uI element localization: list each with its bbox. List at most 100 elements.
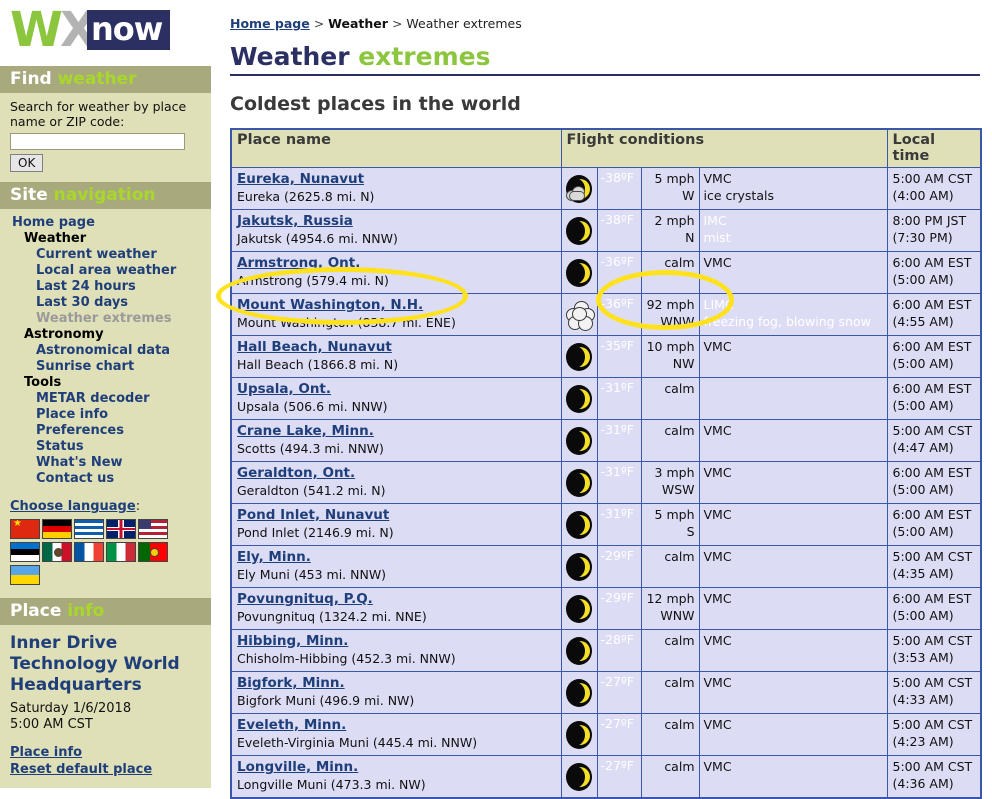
- search-input[interactable]: [10, 133, 185, 150]
- cell-local-time: 5:00 AM CST (4:36 AM): [886, 755, 982, 799]
- sidebar-item-label[interactable]: METAR decoder: [36, 391, 150, 406]
- page-title-word2: extremes: [358, 42, 491, 71]
- flight-category: VMC: [703, 591, 732, 606]
- greece-flag[interactable]: [74, 519, 104, 539]
- place-link[interactable]: Bigfork, Minn.: [237, 675, 556, 692]
- italy-flag[interactable]: [106, 542, 136, 562]
- breadcrumb-home-link[interactable]: Home page: [230, 16, 310, 31]
- mexico-flag[interactable]: [42, 542, 72, 562]
- cell-flight-conditions: [698, 377, 888, 420]
- cell-local-time: 6:00 AM EST (5:00 AM): [886, 461, 982, 504]
- place-link[interactable]: Mount Washington, N.H.: [237, 297, 556, 314]
- cell-temperature: -38ºF: [596, 167, 642, 210]
- place-info-link-place-info[interactable]: Place info: [10, 744, 201, 761]
- sidebar-item-label[interactable]: Local area weather: [36, 263, 176, 278]
- sidebar-item-label[interactable]: Last 30 days: [36, 295, 128, 310]
- cell-place-name: Hall Beach, Nunavut Hall Beach (1866.8 mi…: [230, 335, 562, 378]
- cell-temperature: -35ºF: [596, 335, 642, 378]
- observation-time-value: (5:00 AM): [892, 272, 954, 287]
- cell-flight-conditions: VMC: [698, 629, 888, 672]
- sidebar-item-status[interactable]: Status: [10, 439, 201, 455]
- place-link[interactable]: Hibbing, Minn.: [237, 633, 556, 650]
- place-link[interactable]: Eureka, Nunavut: [237, 171, 556, 188]
- sidebar-item-label[interactable]: Astronomical data: [36, 343, 170, 358]
- place-link[interactable]: Upsala, Ont.: [237, 381, 556, 398]
- find-weather-header-word2: weather: [57, 69, 137, 89]
- united-kingdom-flag[interactable]: [106, 519, 136, 539]
- estonia-flag[interactable]: [10, 542, 40, 562]
- sidebar-item-label[interactable]: Current weather: [36, 247, 157, 262]
- sidebar-item-label[interactable]: Preferences: [36, 423, 124, 438]
- place-link[interactable]: Eveleth, Minn.: [237, 717, 556, 734]
- portugal-flag[interactable]: [138, 542, 168, 562]
- cell-temperature: -29ºF: [596, 587, 642, 630]
- sidebar-item-sunrise-chart[interactable]: Sunrise chart: [10, 359, 201, 375]
- sidebar-item-local-area-weather[interactable]: Local area weather: [10, 263, 201, 279]
- sidebar-item-last-30-days[interactable]: Last 30 days: [10, 295, 201, 311]
- sidebar-item-label[interactable]: Sunrise chart: [36, 359, 134, 374]
- sidebar-item-contact-us[interactable]: Contact us: [10, 471, 201, 487]
- sidebar-item-label[interactable]: Last 24 hours: [36, 279, 136, 294]
- place-link[interactable]: Armstrong, Ont.: [237, 255, 556, 272]
- china-flag[interactable]: ★: [10, 519, 40, 539]
- sidebar-item-preferences[interactable]: Preferences: [10, 423, 201, 439]
- site-logo[interactable]: WXnow: [0, 0, 211, 66]
- germany-flag[interactable]: [42, 519, 72, 539]
- sidebar-item-place-info[interactable]: Place info: [10, 407, 201, 423]
- france-flag[interactable]: [74, 542, 104, 562]
- station-label: Scotts (494.3 mi. NNW): [237, 441, 384, 456]
- sidebar-item-label[interactable]: Status: [36, 439, 84, 454]
- column-header-flight-conditions[interactable]: Flight conditions: [560, 128, 888, 168]
- place-link[interactable]: Geraldton, Ont.: [237, 465, 556, 482]
- place-link[interactable]: Crane Lake, Minn.: [237, 423, 556, 440]
- ukraine-flag[interactable]: [10, 565, 40, 585]
- sidebar-item-label[interactable]: Contact us: [36, 471, 114, 486]
- weather-detail: mist: [703, 230, 731, 245]
- place-link[interactable]: Hall Beach, Nunavut: [237, 339, 556, 356]
- station-label: Eureka (2625.8 mi. N): [237, 189, 375, 204]
- flight-category: VMC: [703, 255, 732, 270]
- choose-language-link[interactable]: Choose language: [10, 499, 136, 514]
- place-info-link-reset-default-place[interactable]: Reset default place: [10, 761, 201, 778]
- ok-button[interactable]: OK: [10, 154, 44, 172]
- sidebar-item-label: Tools: [24, 375, 62, 390]
- observation-time-value: (5:00 AM): [892, 482, 954, 497]
- local-time-value: 5:00 AM CST: [892, 549, 973, 564]
- sidebar-item-what-s-new[interactable]: What's New: [10, 455, 201, 471]
- observation-time-value: (4:23 AM): [892, 734, 954, 749]
- column-header-place-name[interactable]: Place name: [230, 128, 562, 168]
- moon-icon: [564, 720, 594, 750]
- sidebar-item-metar-decoder[interactable]: METAR decoder: [10, 391, 201, 407]
- navigation-list: Home page Weather Current weather Local are…: [10, 215, 201, 487]
- cell-temperature: -31ºF: [596, 461, 642, 504]
- sidebar-item-home-page[interactable]: Home page: [10, 215, 201, 231]
- place-link[interactable]: Povungnituq, P.Q.: [237, 591, 556, 608]
- sidebar-item-current-weather[interactable]: Current weather: [10, 247, 201, 263]
- usa-flag[interactable]: [138, 519, 168, 539]
- station-label: Longville Muni (473.3 mi. NW): [237, 777, 426, 792]
- crescent-moon-shape: [577, 682, 590, 703]
- sidebar-item-astronomical-data[interactable]: Astronomical data: [10, 343, 201, 359]
- observation-time-value: (7:30 PM): [892, 230, 953, 245]
- sidebar-item-label[interactable]: What's New: [36, 455, 123, 470]
- local-time-value: 6:00 AM EST: [892, 591, 972, 606]
- flag-emblem: [150, 548, 159, 557]
- sidebar-item-label[interactable]: Place info: [36, 407, 108, 422]
- local-time-value: 5:00 AM CST: [892, 675, 973, 690]
- place-link[interactable]: Ely, Minn.: [237, 549, 556, 566]
- place-link[interactable]: Longville, Minn.: [237, 759, 556, 776]
- wind-direction: S: [686, 524, 695, 539]
- table-row: Geraldton, Ont. Geraldton (541.2 mi. N) -3…: [230, 461, 982, 504]
- cell-place-name: Eureka, Nunavut Eureka (2625.8 mi. N): [230, 167, 562, 210]
- column-header-local-time[interactable]: Local time: [886, 128, 982, 168]
- flight-category: VMC: [703, 507, 732, 522]
- sidebar-item-last-24-hours[interactable]: Last 24 hours: [10, 279, 201, 295]
- cell-local-time: 5:00 AM CST (4:35 AM): [886, 545, 982, 588]
- cell-local-time: 5:00 AM CST (4:33 AM): [886, 671, 982, 714]
- sidebar-item-label[interactable]: Home page: [12, 215, 95, 230]
- wind-direction: WNW: [660, 608, 695, 623]
- moon-icon: [564, 762, 594, 792]
- place-link[interactable]: Pond Inlet, Nunavut: [237, 507, 556, 524]
- local-time-value: 6:00 AM EST: [892, 297, 972, 312]
- place-link[interactable]: Jakutsk, Russia: [237, 213, 556, 230]
